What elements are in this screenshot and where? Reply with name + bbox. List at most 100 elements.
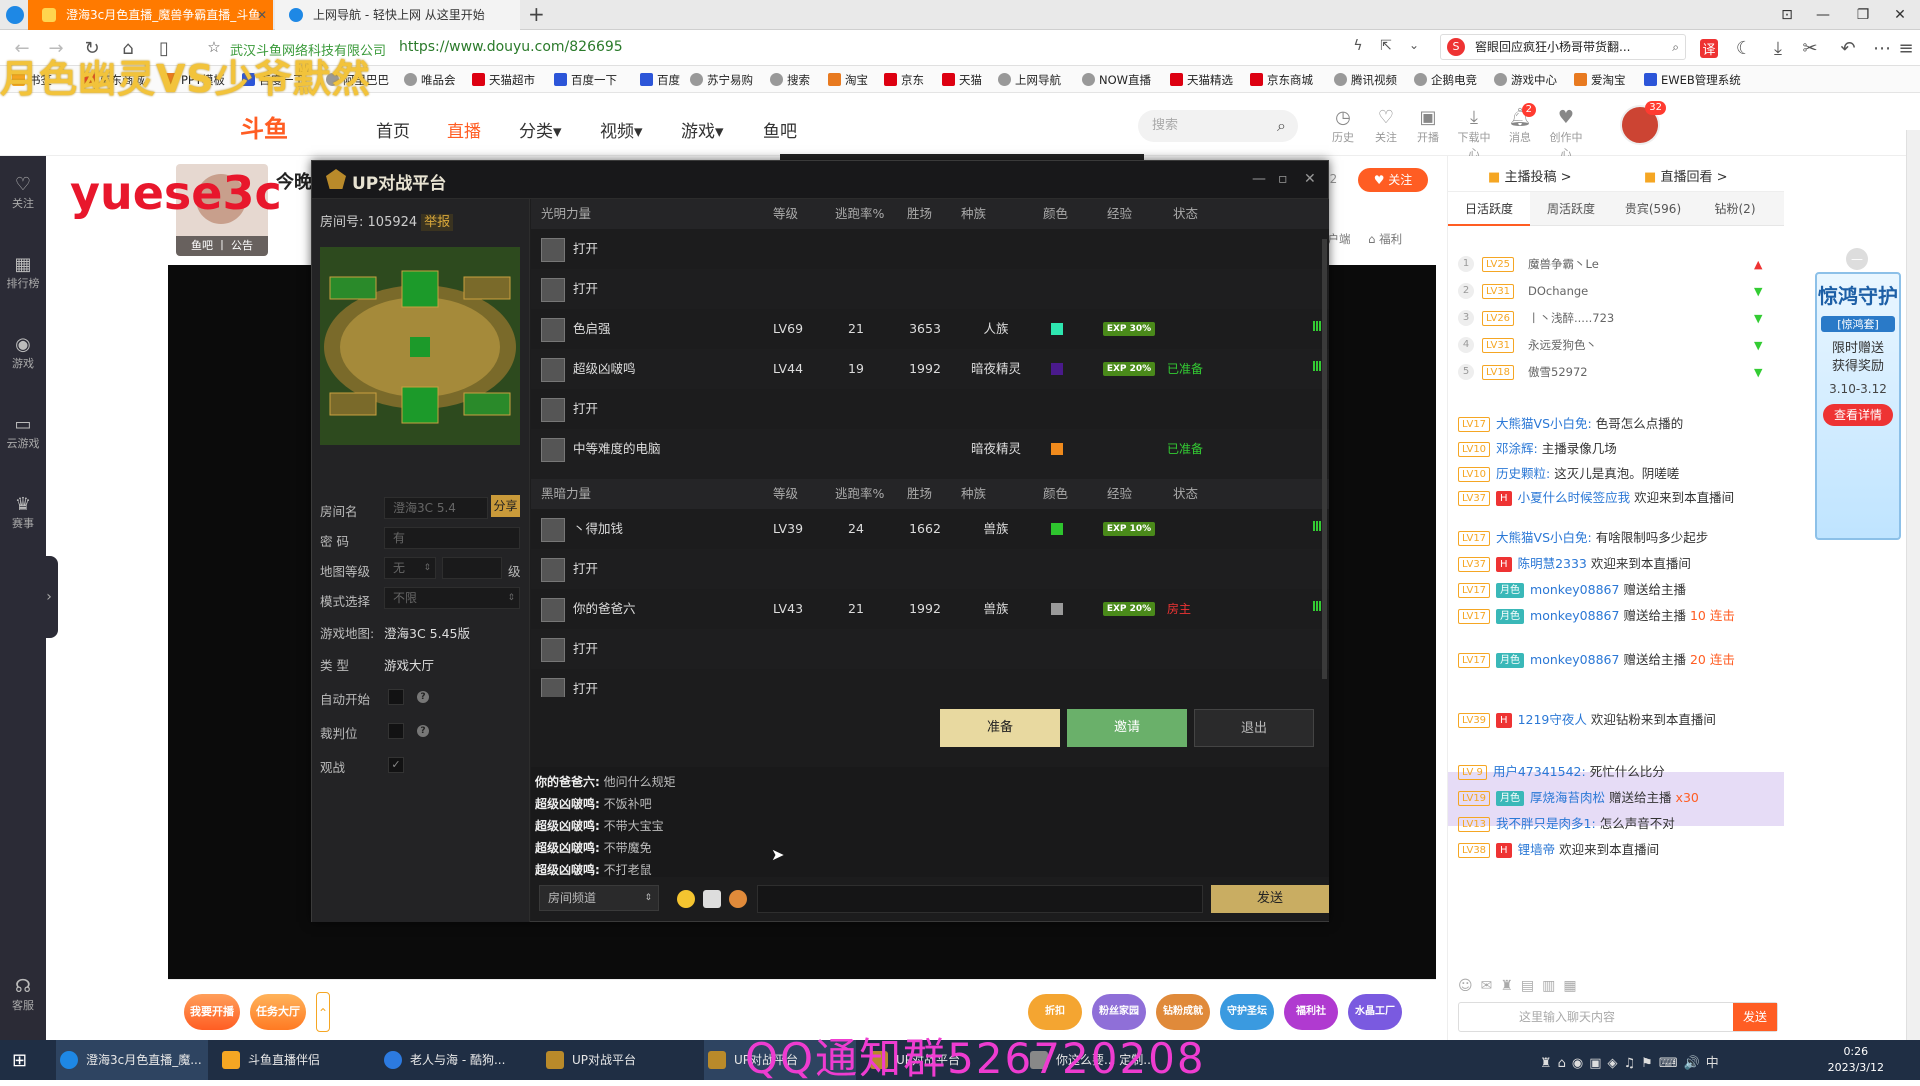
chat-username[interactable]: 厚烧海苔肉松 [1530,790,1605,805]
bookmark-item[interactable]: 游戏中心 [1494,72,1557,88]
share-icon[interactable]: ⇱ [1376,38,1396,54]
maximize-icon[interactable]: ▫ [1278,171,1288,187]
player-slot-row[interactable]: 打开 [531,269,1329,309]
tab-vip[interactable]: 贵宾(596) [1612,192,1694,226]
chat-send-button[interactable]: 发送 [1733,1003,1777,1031]
channel-select[interactable]: 房间频道 ⇕ [539,885,659,911]
page-scrollbar[interactable] [1906,130,1920,1040]
clock[interactable]: 0:26 2023/3/12 [1828,1044,1884,1076]
player-name[interactable]: 你的爸爸六 [573,589,636,629]
player-slot-row[interactable]: 你的爸爸六 LV43 21 1992 兽族 EXP 20% 房主 [531,589,1329,629]
minimize-icon[interactable]: — [1803,0,1843,30]
chat-username[interactable]: 1219守夜人 [1518,712,1587,727]
help-icon[interactable]: ? [417,725,429,737]
player-slot-row[interactable]: 丶得加钱 LV39 24 1662 兽族 EXP 10% [531,509,1329,549]
report-button[interactable]: 举报 [421,214,454,231]
bookmark-item[interactable]: 苏宁易购 [690,72,753,88]
task-hall-button[interactable]: 任务大厅 [250,994,306,1030]
tab-diamond[interactable]: 钻粉(2) [1694,192,1776,226]
player-slot-row[interactable]: 打开 [531,229,1329,269]
player-name[interactable]: 丶得加钱 [573,509,623,549]
sidebar-item-service[interactable]: ☊ 客服 [0,976,46,1013]
dice-icon[interactable] [703,890,721,908]
url-field[interactable]: https://www.douyu.com/826695 [399,39,623,55]
nav-live[interactable]: 直播 [447,117,481,142]
more-icon[interactable]: ⋯ [1872,38,1892,59]
share-button[interactable]: 分享 [491,495,520,517]
player-name[interactable]: 超级凶啵鸣 [573,349,636,389]
player-slot-row[interactable]: 打开 [531,549,1329,589]
nav-games[interactable]: 游戏▾ [681,117,724,142]
player-name[interactable]: 打开 [573,669,598,697]
douyu-logo[interactable]: 斗鱼 [240,109,288,144]
sidebar-item-follow[interactable]: ♡ 关注 [0,174,46,211]
ready-button[interactable]: 准备 [940,709,1060,747]
close-window-icon[interactable]: ✕ [1880,0,1920,30]
player-slot-row[interactable]: 超级凶啵鸣 LV44 19 1992 暗夜精灵 EXP 20% 已准备 [531,349,1329,389]
chat-username[interactable]: 邓涂辉: [1496,441,1538,456]
bookmark-item[interactable]: 百度 [640,72,680,88]
bookmark-item[interactable]: 天猫 [942,72,982,88]
browser-logo-icon[interactable] [6,6,24,24]
replay-link[interactable]: ■ 直播回看 > [1644,166,1727,185]
search-icon[interactable]: ⌕ [1672,35,1679,59]
password-input[interactable]: 有 [384,527,520,549]
start-broadcast-button[interactable]: 我要开播 [184,994,240,1030]
taskbar-item[interactable]: UP对战平台 [542,1040,694,1080]
browser-tab-nav[interactable]: 上网导航 - 轻快上网 从这里开始 [275,0,520,30]
tab-list-icon[interactable]: ⊡ [1767,0,1807,30]
item-icon[interactable] [729,890,747,908]
player-name[interactable]: 中等难度的电脑 [573,429,661,469]
chat-username[interactable]: 用户47341542: [1493,764,1586,779]
map-level-select[interactable]: 无 ⇕ [384,557,436,579]
crystal-factory-button[interactable]: 水晶工厂 [1348,994,1402,1030]
chat-username[interactable]: monkey08867 [1530,608,1619,623]
avatar[interactable]: 32 [1620,101,1666,145]
guard-altar-button[interactable]: 守护圣坛 [1220,994,1274,1030]
chat-username[interactable]: 陈明慧2333 [1518,556,1587,571]
moon-icon[interactable]: ☾ [1734,38,1754,59]
player-slot-row[interactable]: 色启强 LV69 21 3653 人族 EXP 30% [531,309,1329,349]
close-tab-icon[interactable]: ✕ [257,0,267,30]
bookmark-item[interactable]: 天猫精选 [1170,72,1233,88]
map-level-input[interactable] [442,557,502,579]
history-button[interactable]: ◷ 历史 [1325,107,1361,145]
minimize-icon[interactable]: — [1252,171,1266,187]
broadcast-button[interactable]: ▣ 开播 [1410,107,1446,145]
tab-daily[interactable]: 日活跃度 [1448,192,1530,226]
sidebar-item-game[interactable]: ◉ 游戏 [0,334,46,371]
player-name[interactable]: 打开 [573,229,598,269]
bookmark-item[interactable]: 企鹅电竞 [1414,72,1477,88]
taskbar-item[interactable]: 斗鱼直播伴侣 [218,1040,370,1080]
chat-username[interactable]: 大熊猫VS小白免: [1496,416,1592,431]
room-name-input[interactable]: 澄海3C 5.4 [384,497,488,519]
bookmark-item[interactable]: 搜索 [770,72,810,88]
nav-video[interactable]: 视频▾ [600,117,643,142]
bookmark-item[interactable]: 腾讯视频 [1334,72,1397,88]
exit-button[interactable]: 退出 [1194,709,1314,747]
bookmark-item[interactable]: EWEB管理系统 [1644,72,1741,88]
system-tray-icons[interactable]: ♜⌂◉▣◈♫⚑⌨🔊中 [1540,1052,1725,1071]
follow-button[interactable]: ♥ 关注 [1358,168,1428,192]
auto-start-checkbox[interactable] [388,689,404,705]
chevron-down-icon[interactable]: ⌄ [1404,38,1424,52]
watch-checkbox[interactable]: ✓ [388,757,404,773]
bookmark-item[interactable]: 京东商城 [1250,72,1313,88]
flash-icon[interactable]: ϟ [1348,38,1368,54]
chat-input[interactable]: 这里输入聊天内容 发送 [1458,1002,1778,1032]
download-center-button[interactable]: ⤓ 下载中心 [1456,107,1492,161]
taskbar-item[interactable]: 澄海3c月色直播_魔... [56,1040,208,1080]
undo-icon[interactable]: ↶ [1838,38,1858,59]
help-icon[interactable]: ? [417,691,429,703]
follow-list-button[interactable]: ♡ 关注 [1368,107,1404,145]
emoji-icon[interactable] [677,890,695,908]
sidebar-item-cloud-game[interactable]: ▭ 云游戏 [0,414,46,451]
bookmark-item[interactable]: 京东 [884,72,924,88]
rank-row[interactable]: 5 LV18 傲雪52972 ▼ [1458,356,1778,389]
promo-cta-button[interactable]: 查看详情 [1823,404,1893,426]
bookmark-item[interactable]: NOW直播 [1082,72,1151,88]
nav-category[interactable]: 分类▾ [519,117,562,142]
close-icon[interactable]: ✕ [1304,171,1316,187]
send-button[interactable]: 发送 [1211,885,1329,913]
player-name[interactable]: 打开 [573,629,598,669]
